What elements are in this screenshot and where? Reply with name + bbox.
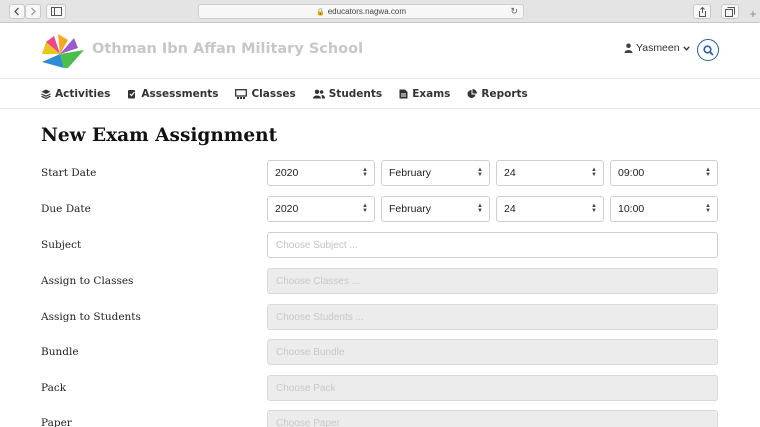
start-day-select[interactable]: 24 ▲ ▼ <box>496 160 604 186</box>
due-date-label: Due Date <box>41 203 91 215</box>
search-button[interactable] <box>697 39 719 61</box>
document-icon <box>399 89 408 99</box>
due-day-select[interactable]: 24 ▲ ▼ <box>496 196 604 222</box>
students-row: Assign to Students Choose Students ... <box>0 304 760 331</box>
start-month-select[interactable]: February ▲ ▼ <box>381 160 490 186</box>
sidebar-icon <box>50 7 62 16</box>
reload-icon[interactable]: ↻ <box>510 6 518 17</box>
tabs-button[interactable] <box>721 4 739 19</box>
page-title: New Exam Assignment <box>41 125 278 146</box>
select-arrows-icon: ▲ ▼ <box>362 167 368 178</box>
classes-label: Assign to Classes <box>41 275 134 287</box>
nav-item-reports[interactable]: Reports <box>467 88 528 100</box>
nav-item-students[interactable]: Students <box>312 88 383 100</box>
nav-label: Classes <box>251 88 296 100</box>
due-month-select[interactable]: February ▲ ▼ <box>381 196 490 222</box>
user-menu[interactable]: Yasmeen <box>624 42 690 54</box>
nav-label: Reports <box>481 88 528 100</box>
chevron-right-icon <box>31 7 36 16</box>
forward-button[interactable] <box>25 4 41 19</box>
back-button[interactable] <box>9 4 25 19</box>
nav-label: Students <box>328 88 383 100</box>
select-arrows-icon: ▲ ▼ <box>705 167 711 178</box>
pack-label: Pack <box>41 382 67 394</box>
select-arrows-icon: ▲ ▼ <box>477 167 483 178</box>
classroom-icon <box>235 89 248 99</box>
chevron-down-icon <box>682 45 690 51</box>
pack-select[interactable]: Choose Pack <box>267 375 718 401</box>
nav-item-activities[interactable]: Activities <box>41 88 110 100</box>
due-date-row: Due Date 2020 ▲ ▼ February ▲ ▼ 24 ▲ ▼ 10:00… <box>0 196 760 223</box>
classes-row: Assign to Classes Choose Classes ... <box>0 268 760 295</box>
lock-icon: 🔒 <box>316 8 325 16</box>
nav-label: Activities <box>55 88 111 100</box>
sidebar-toggle-button[interactable] <box>46 4 66 19</box>
start-day-value: 24 <box>504 167 516 179</box>
chevron-left-icon <box>14 7 19 16</box>
browser-toolbar: 🔒 educators.nagwa.com ↻ + <box>0 0 760 23</box>
bundle-select[interactable]: Choose Bundle <box>267 339 718 365</box>
paper-select[interactable]: Choose Paper <box>267 410 718 427</box>
search-icon <box>702 44 714 56</box>
assessment-icon <box>128 90 136 99</box>
due-year-select[interactable]: 2020 ▲ ▼ <box>267 196 375 222</box>
share-icon <box>698 6 706 17</box>
nav-item-exams[interactable]: Exams <box>399 88 450 100</box>
user-icon <box>624 43 633 53</box>
tabs-icon <box>725 6 735 17</box>
due-time-select[interactable]: 10:00 ▲ ▼ <box>610 196 718 222</box>
pack-row: Pack Choose Pack <box>0 375 760 402</box>
select-arrows-icon: ▲ ▼ <box>591 167 597 178</box>
pie-chart-icon <box>467 89 478 98</box>
user-name: Yasmeen <box>636 42 680 54</box>
new-tab-button[interactable]: + <box>746 4 760 23</box>
start-year-select[interactable]: 2020 ▲ ▼ <box>267 160 375 186</box>
address-bar[interactable]: 🔒 educators.nagwa.com ↻ <box>198 4 524 19</box>
select-arrows-icon: ▲ ▼ <box>362 203 368 214</box>
start-time-select[interactable]: 09:00 ▲ ▼ <box>610 160 718 186</box>
start-month-value: February <box>389 167 432 179</box>
paper-label: Paper <box>41 417 72 427</box>
subject-label: Subject <box>41 239 82 251</box>
select-arrows-icon: ▲ ▼ <box>705 203 711 214</box>
students-label: Assign to Students <box>41 311 141 323</box>
due-year-value: 2020 <box>275 203 299 215</box>
start-date-label: Start Date <box>41 167 97 179</box>
start-year-value: 2020 <box>275 167 299 179</box>
nav-item-assessments[interactable]: Assessments <box>127 88 218 100</box>
nav-label: Assessments <box>141 88 219 100</box>
site-header: Othman Ibn Affan Military School Yasmeen <box>0 23 760 79</box>
paper-row: Paper Choose Paper <box>0 410 760 427</box>
classes-select[interactable]: Choose Classes ... <box>267 268 718 294</box>
subject-select[interactable]: Choose Subject ... <box>267 232 718 258</box>
due-time-value: 10:00 <box>618 203 645 215</box>
due-day-value: 24 <box>504 203 516 215</box>
bundle-row: Bundle Choose Bundle <box>0 339 760 366</box>
school-name[interactable]: Othman Ibn Affan Military School <box>92 41 363 57</box>
school-logo[interactable] <box>40 32 86 70</box>
select-arrows-icon: ▲ ▼ <box>477 203 483 214</box>
nav-label: Exams <box>412 88 451 100</box>
start-time-value: 09:00 <box>618 167 645 179</box>
nav-item-classes[interactable]: Classes <box>235 88 296 100</box>
share-button[interactable] <box>693 4 711 19</box>
bundle-label: Bundle <box>41 346 79 358</box>
users-icon <box>312 89 325 99</box>
due-month-value: February <box>389 203 432 215</box>
main-nav: Activities Assessments Classes Students … <box>0 80 760 109</box>
start-date-row: Start Date 2020 ▲ ▼ February ▲ ▼ 24 ▲ ▼ 09:… <box>0 160 760 187</box>
select-arrows-icon: ▲ ▼ <box>591 203 597 214</box>
address-text: educators.nagwa.com <box>327 7 406 16</box>
layers-icon <box>41 89 51 99</box>
students-select[interactable]: Choose Students ... <box>267 304 718 330</box>
subject-row: Subject Choose Subject ... <box>0 232 760 259</box>
